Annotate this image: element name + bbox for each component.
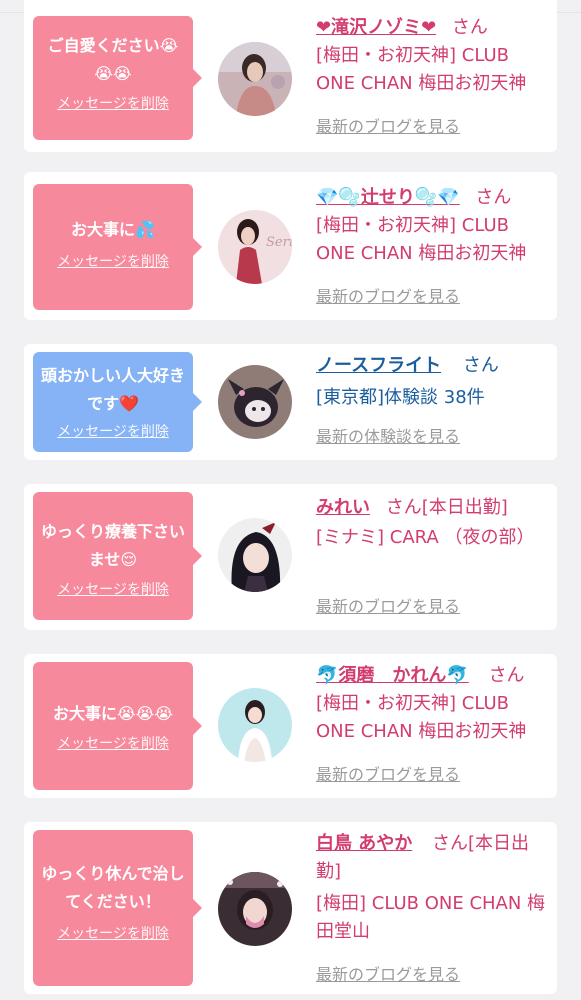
message-text: ご自愛ください😭😭😭	[47, 36, 179, 83]
avatar[interactable]: Seri	[218, 210, 292, 284]
message-text: お大事に😭😭😭	[52, 704, 174, 723]
shop-name: [東京都]体験談 38件	[316, 387, 485, 408]
sender-name-link[interactable]: 🐬須磨 かれん🐬	[316, 665, 469, 686]
sender-name-link[interactable]: ❤滝沢ノゾミ❤	[316, 17, 436, 38]
latest-blog-link[interactable]: 最新のブログを見る	[316, 596, 460, 618]
message-bubble: ゆっくり療養下さいませ😌 メッセージを削除	[33, 492, 202, 620]
sender-name-link[interactable]: 💎🫧辻せり🫧💎	[316, 187, 460, 208]
sender-info: 白鳥 あやか さん[本日出勤] [梅田] CLUB ONE CHAN 梅田堂山	[316, 830, 552, 946]
honorific: さん	[475, 187, 512, 208]
sender-info: 💎🫧辻せり🫧💎 さん [梅田・お初天神] CLUB ONE CHAN 梅田お初天…	[316, 184, 552, 268]
message-feed: ご自愛ください😭😭😭 メッセージを削除 ❤滝沢ノゾミ❤ さん [梅田・お初天神]…	[0, 0, 581, 1000]
sender-info: 🐬須磨 かれん🐬 さん [梅田・お初天神] CLUB ONE CHAN 梅田お初…	[316, 662, 552, 746]
message-text: ゆっくり休んで治してください！	[41, 864, 185, 911]
shop-name: [梅田] CLUB ONE CHAN 梅田堂山	[316, 893, 546, 942]
delete-message-link[interactable]: メッセージを削除	[39, 734, 187, 754]
avatar[interactable]	[218, 872, 292, 946]
delete-message-link[interactable]: メッセージを削除	[39, 924, 187, 944]
shop-name: [梅田・お初天神] CLUB ONE CHAN 梅田お初天神	[316, 215, 527, 264]
honorific: さん	[462, 355, 499, 376]
latest-blog-link[interactable]: 最新のブログを見る	[316, 964, 460, 986]
honorific: さん	[488, 665, 525, 686]
avatar-photo-icon	[218, 518, 292, 592]
shop-name: [梅田・お初天神] CLUB ONE CHAN 梅田お初天神	[316, 693, 527, 742]
avatar-photo-icon: Seri	[218, 210, 292, 284]
sender-info: ❤滝沢ノゾミ❤ さん [梅田・お初天神] CLUB ONE CHAN 梅田お初天…	[316, 14, 552, 98]
message-text: ゆっくり療養下さいませ😌	[40, 522, 185, 569]
sender-info: ノースフライト さん [東京都]体験談 38件	[316, 352, 552, 412]
avatar[interactable]	[218, 42, 292, 116]
message-card: ゆっくり休んで治してください！ メッセージを削除 白鳥 あやか さん[本日出勤]…	[24, 822, 557, 994]
avatar[interactable]	[218, 365, 292, 439]
latest-review-link[interactable]: 最新の体験談を見る	[316, 426, 460, 448]
message-text: お大事に💦	[71, 220, 155, 239]
avatar[interactable]	[218, 518, 292, 592]
message-card: 頭おかしい人大好きです❤️ メッセージを削除 ノースフライト さん [東京都]体…	[24, 344, 557, 460]
honorific: さん	[451, 17, 488, 38]
message-text: 頭おかしい人大好きです❤️	[40, 366, 185, 413]
sender-name-link[interactable]: ノースフライト	[316, 355, 441, 376]
sender-name-link[interactable]: 白鳥 あやか	[316, 833, 412, 854]
latest-blog-link[interactable]: 最新のブログを見る	[316, 116, 460, 138]
sender-name-link[interactable]: みれい	[316, 497, 370, 518]
avatar-photo-icon	[218, 365, 292, 439]
avatar-photo-icon	[218, 688, 292, 762]
delete-message-link[interactable]: メッセージを削除	[39, 422, 187, 442]
message-card: ゆっくり療養下さいませ😌 メッセージを削除 みれい さん[本日出勤] [ミナミ]…	[24, 484, 557, 630]
message-bubble: お大事に💦 メッセージを削除	[33, 184, 202, 310]
avatar[interactable]	[218, 688, 292, 762]
message-bubble: ご自愛ください😭😭😭 メッセージを削除	[33, 16, 202, 140]
delete-message-link[interactable]: メッセージを削除	[39, 252, 187, 272]
delete-message-link[interactable]: メッセージを削除	[39, 580, 187, 600]
message-card: ご自愛ください😭😭😭 メッセージを削除 ❤滝沢ノゾミ❤ さん [梅田・お初天神]…	[24, 0, 557, 152]
message-bubble: 頭おかしい人大好きです❤️ メッセージを削除	[33, 352, 202, 452]
message-card: お大事に💦 メッセージを削除 Seri 💎🫧辻せり🫧💎 さん [梅田・お初天神]…	[24, 172, 557, 320]
svg-text:Seri: Seri	[266, 235, 292, 250]
message-bubble: ゆっくり休んで治してください！ メッセージを削除	[33, 830, 202, 986]
avatar-photo-icon	[218, 872, 292, 946]
message-card: お大事に😭😭😭 メッセージを削除 🐬須磨 かれん🐬 さん [梅田・お初天神] C…	[24, 654, 557, 798]
delete-message-link[interactable]: メッセージを削除	[39, 94, 187, 114]
avatar-photo-icon	[218, 42, 292, 116]
message-bubble: お大事に😭😭😭 メッセージを削除	[33, 662, 202, 790]
honorific: さん[本日出勤]	[385, 497, 508, 518]
latest-blog-link[interactable]: 最新のブログを見る	[316, 764, 460, 786]
latest-blog-link[interactable]: 最新のブログを見る	[316, 286, 460, 308]
shop-name: [ミナミ] CARA （夜の部）	[316, 527, 535, 548]
shop-name: [梅田・お初天神] CLUB ONE CHAN 梅田お初天神	[316, 45, 527, 94]
sender-info: みれい さん[本日出勤] [ミナミ] CARA （夜の部）	[316, 494, 552, 552]
